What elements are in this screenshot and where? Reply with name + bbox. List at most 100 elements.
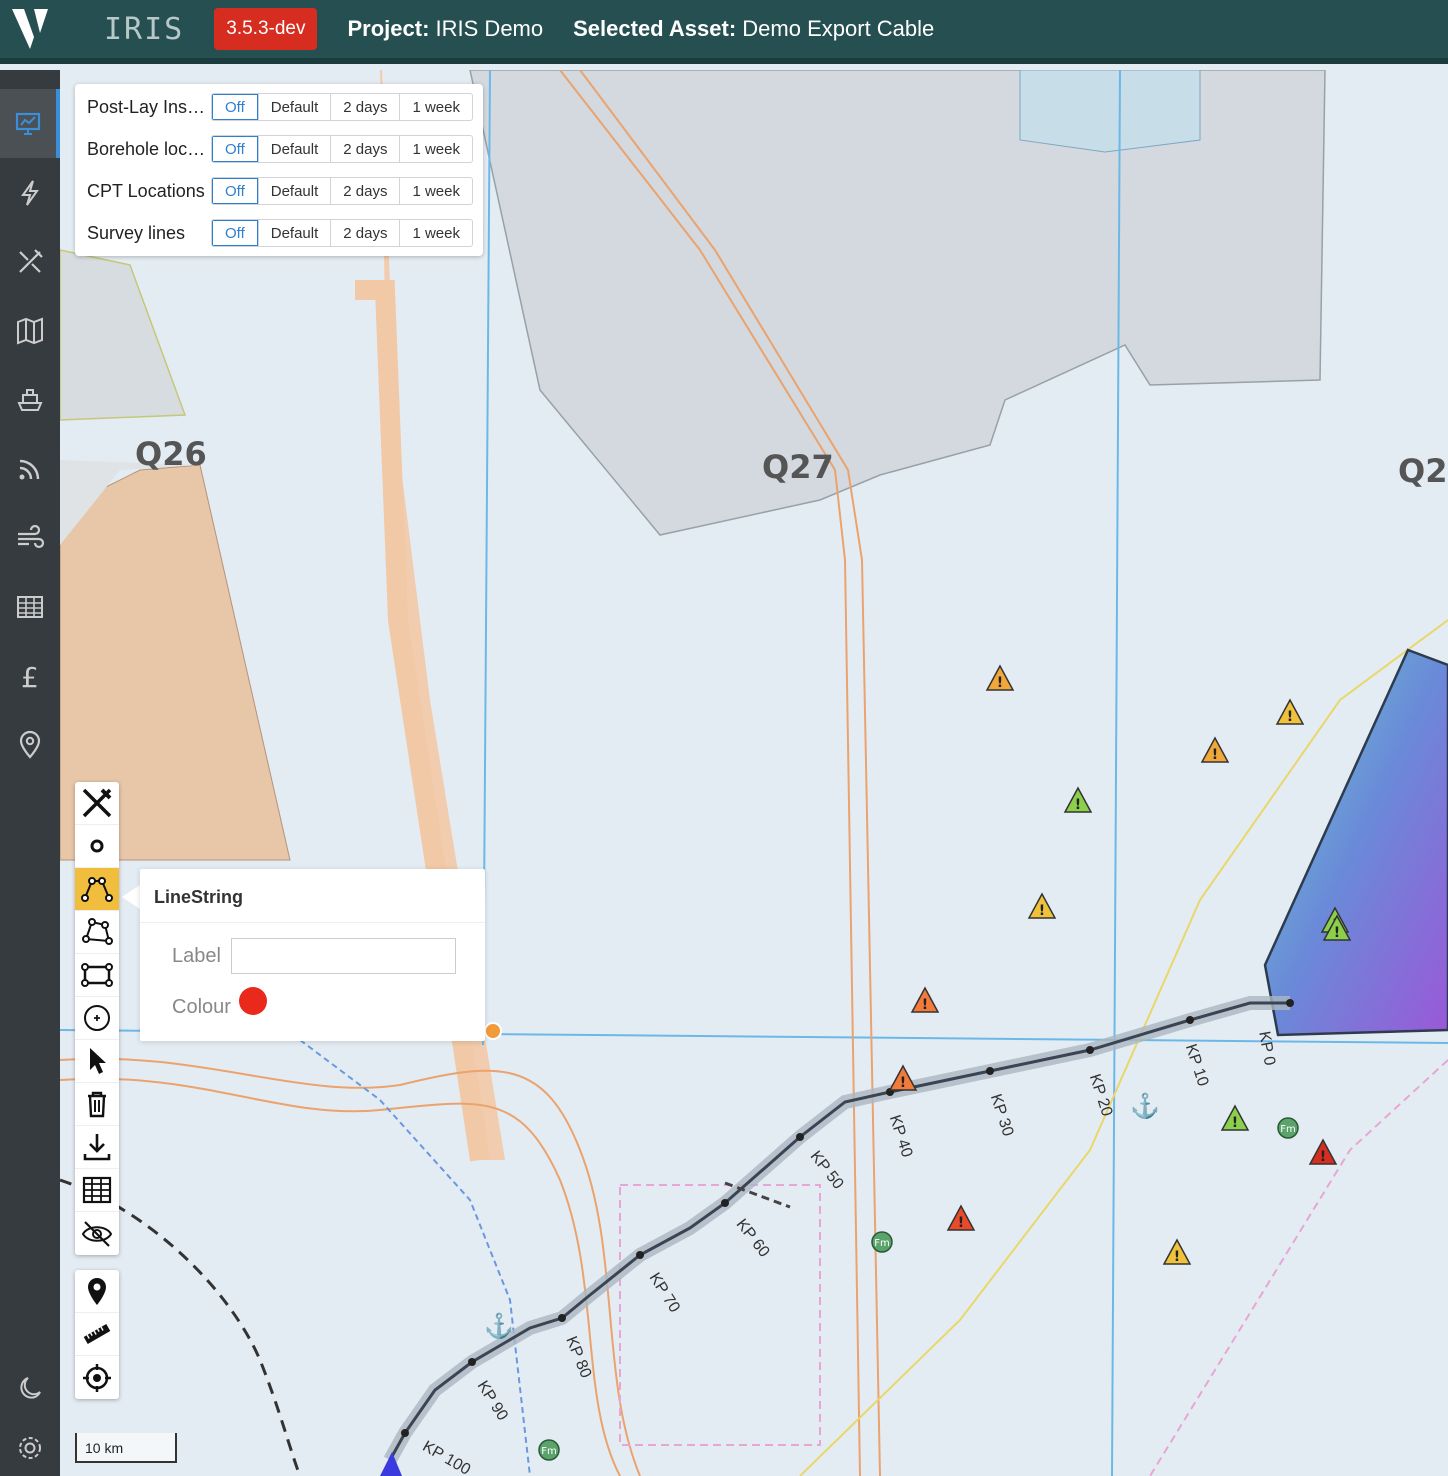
eye-off-icon: [81, 1220, 113, 1247]
filter-option-1-week[interactable]: 1 week: [399, 220, 472, 246]
svg-text:!: !: [1287, 709, 1293, 725]
dark-mode-toggle[interactable]: [0, 1360, 60, 1416]
fm-marker-icon[interactable]: Fm: [870, 1230, 894, 1254]
label-input[interactable]: [230, 938, 456, 974]
draw-point-button[interactable]: [75, 825, 119, 868]
attributes-table-button[interactable]: [75, 1169, 119, 1212]
app-name: IRIS: [104, 11, 185, 47]
svg-text:!: !: [1075, 797, 1081, 813]
select-button[interactable]: [75, 1040, 119, 1083]
label-row: Label: [140, 938, 485, 974]
svg-text:£: £: [21, 661, 39, 691]
measure-button[interactable]: [75, 1313, 119, 1356]
toggle-visibility-button[interactable]: [75, 1212, 119, 1255]
time-filter-toggle: Off Default 2 days 1 week: [211, 93, 473, 121]
sidebar-item-weather[interactable]: [0, 503, 60, 572]
filter-option-2-days[interactable]: 2 days: [330, 178, 399, 204]
warning-icon[interactable]: !: [1063, 786, 1093, 814]
warning-icon[interactable]: !: [888, 1064, 918, 1092]
layer-time-filter-panel: Post-Lay Inspection Off Default 2 days 1…: [75, 84, 483, 256]
svg-text:!: !: [900, 1075, 906, 1091]
filter-option-default[interactable]: Default: [257, 178, 331, 204]
filter-option-off[interactable]: Off: [212, 178, 258, 204]
warning-icon[interactable]: !: [1322, 914, 1352, 942]
moon-icon: [20, 1377, 41, 1399]
svg-text:!: !: [1334, 925, 1340, 941]
app-logo[interactable]: [0, 0, 60, 61]
sidebar-item-power[interactable]: [0, 158, 60, 227]
settings-button[interactable]: [0, 1420, 60, 1476]
filter-option-2-days[interactable]: 2 days: [330, 136, 399, 162]
feed-icon: [19, 459, 40, 479]
linestring-properties-popup: LineString Label Colour: [140, 869, 485, 1041]
warning-icon[interactable]: !: [985, 664, 1015, 692]
filter-option-1-week[interactable]: 1 week: [399, 178, 472, 204]
warning-icon[interactable]: !: [1027, 892, 1057, 920]
svg-text:!: !: [1320, 1149, 1326, 1165]
trash-icon: [88, 1091, 106, 1118]
draw-circle-button[interactable]: [75, 997, 119, 1040]
filter-option-default[interactable]: Default: [257, 136, 331, 162]
filter-option-off[interactable]: Off: [212, 94, 258, 120]
sidebar-item-locations[interactable]: [0, 710, 60, 779]
draw-linestring-button[interactable]: [75, 868, 119, 911]
download-button[interactable]: [75, 1126, 119, 1169]
point-icon: [90, 839, 104, 853]
svg-text:Fm: Fm: [1280, 1124, 1296, 1135]
rectangle-icon: [81, 963, 113, 987]
sidebar-item-feeds[interactable]: [0, 434, 60, 503]
edit-tools-button[interactable]: [75, 782, 119, 825]
warning-icon[interactable]: !: [910, 986, 940, 1014]
svg-text:!: !: [1232, 1115, 1238, 1131]
draw-rectangle-button[interactable]: [75, 954, 119, 997]
colour-picker[interactable]: [238, 986, 267, 1015]
filter-option-off[interactable]: Off: [212, 220, 258, 246]
sidebar-item-vessels[interactable]: [0, 365, 60, 434]
filter-option-default[interactable]: Default: [257, 94, 331, 120]
place-marker-button[interactable]: [75, 1270, 119, 1313]
layer-row: Borehole locations Off Default 2 days 1 …: [81, 128, 477, 170]
warning-icon[interactable]: !: [1220, 1104, 1250, 1132]
block-label-q27: Q27: [762, 448, 834, 486]
time-filter-toggle: Off Default 2 days 1 week: [211, 135, 473, 163]
draw-polygon-button[interactable]: [75, 911, 119, 954]
filter-option-2-days[interactable]: 2 days: [330, 94, 399, 120]
filter-option-off[interactable]: Off: [212, 136, 258, 162]
warning-icon[interactable]: !: [1308, 1138, 1338, 1166]
sidebar-item-dashboard[interactable]: [0, 89, 60, 158]
polygon-icon: [82, 918, 113, 945]
pound-icon: £: [21, 661, 39, 691]
warning-icon[interactable]: !: [1275, 698, 1305, 726]
map-marker-icon: [88, 1278, 106, 1305]
fm-marker-icon[interactable]: Fm: [537, 1438, 561, 1462]
tools-icon: [19, 248, 43, 273]
project-name: IRIS Demo: [435, 16, 544, 41]
table-icon: [82, 1176, 112, 1204]
filter-option-1-week[interactable]: 1 week: [399, 94, 472, 120]
layer-row: Survey lines Off Default 2 days 1 week: [81, 212, 477, 254]
layer-name: Borehole locations: [87, 138, 211, 159]
sidebar-item-tables[interactable]: [0, 572, 60, 641]
locate-button[interactable]: [75, 1356, 119, 1399]
delete-button[interactable]: [75, 1083, 119, 1126]
fm-marker-icon[interactable]: Fm: [1276, 1116, 1300, 1140]
sidebar-item-tools[interactable]: [0, 227, 60, 296]
cursor-arrow-icon: [90, 1048, 106, 1074]
filter-option-1-week[interactable]: 1 week: [399, 136, 472, 162]
warning-icon[interactable]: !: [946, 1204, 976, 1232]
map-tools-toolbar: [75, 1270, 119, 1399]
table-icon: [17, 595, 43, 618]
filter-option-default[interactable]: Default: [257, 220, 331, 246]
sidebar-item-costs[interactable]: £: [0, 641, 60, 710]
warning-icon[interactable]: !: [1162, 1238, 1192, 1266]
warning-icon[interactable]: !: [1200, 736, 1230, 764]
logo-icon: [12, 9, 48, 49]
anchor-icon: ⚓: [1130, 1093, 1160, 1120]
svg-text:Fm: Fm: [874, 1238, 890, 1249]
svg-text:Fm: Fm: [541, 1446, 557, 1457]
sidebar-item-map[interactable]: [0, 296, 60, 365]
filter-option-2-days[interactable]: 2 days: [330, 220, 399, 246]
block-label-q26: Q26: [135, 435, 207, 473]
map-view[interactable]: Q26 Q27 Q2 KP 0 KP 10 KP 20 KP 30 KP 40 …: [60, 70, 1448, 1476]
svg-text:!: !: [1212, 747, 1218, 763]
